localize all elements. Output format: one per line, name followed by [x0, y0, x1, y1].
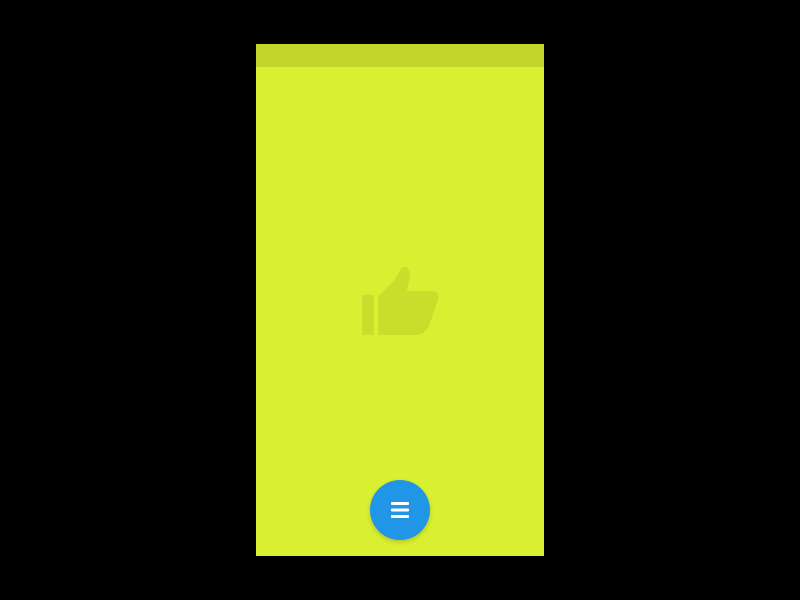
status-bar	[256, 44, 544, 67]
menu-fab-button[interactable]	[370, 480, 430, 540]
screen-backdrop	[0, 0, 800, 600]
menu-icon	[391, 501, 409, 519]
phone-screen	[256, 44, 544, 556]
thumbs-up-icon	[360, 267, 440, 339]
